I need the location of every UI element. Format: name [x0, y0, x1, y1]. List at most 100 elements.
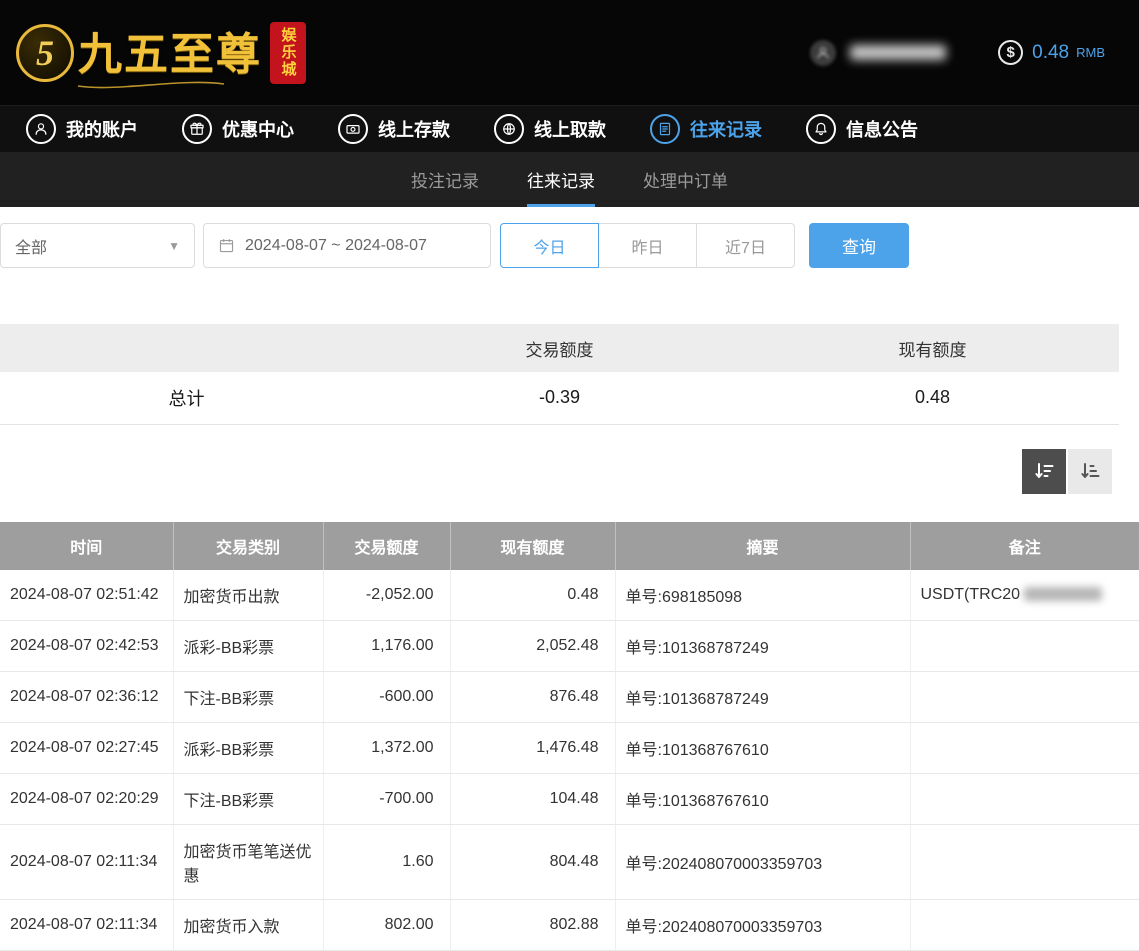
- deposit-icon: [338, 114, 368, 144]
- nav-label: 线上取款: [534, 116, 606, 142]
- summary-header-row: 交易额度 现有额度: [0, 324, 1119, 372]
- tab-betting-records[interactable]: 投注记录: [411, 152, 479, 207]
- nav-transaction-records[interactable]: 往来记录: [650, 114, 762, 144]
- cell-summary: 单号:202408070003359703: [615, 824, 910, 899]
- brand-badge: 娱乐城: [270, 22, 306, 84]
- cell-balance: 804.48: [450, 824, 615, 899]
- category-select[interactable]: 全部 ▼: [0, 223, 195, 268]
- nav-announcements[interactable]: 信息公告: [806, 114, 918, 144]
- quick-last7days-button[interactable]: 近7日: [696, 223, 795, 268]
- account-icon: [26, 114, 56, 144]
- records-table: 时间 交易类别 交易额度 现有额度 摘要 备注 2024-08-07 02:51…: [0, 522, 1139, 951]
- cell-remark: [910, 620, 1139, 671]
- cell-type: 下注-BB彩票: [173, 671, 323, 722]
- nav-my-account[interactable]: 我的账户: [26, 114, 138, 144]
- topbar: 5 九五至尊 娱乐城 $ 0.48 RMB: [0, 0, 1139, 105]
- nav-label: 信息公告: [846, 116, 918, 142]
- cell-summary: 单号:101368787249: [615, 671, 910, 722]
- records-header-row: 时间 交易类别 交易额度 现有额度 摘要 备注: [0, 522, 1139, 570]
- cell-amount: 1,176.00: [323, 620, 450, 671]
- nav-label: 往来记录: [690, 116, 762, 142]
- cell-type: 加密货币出款: [173, 570, 323, 621]
- logo-flourish: [76, 78, 226, 90]
- records-icon: [650, 114, 680, 144]
- sort-descending-icon: [1032, 459, 1056, 483]
- nav-label: 优惠中心: [222, 116, 294, 142]
- balance-amount: 0.48: [1032, 42, 1069, 64]
- tab-processing-orders[interactable]: 处理中订单: [643, 152, 728, 207]
- nav-label: 线上存款: [378, 116, 450, 142]
- cell-amount: 802.00: [323, 899, 450, 950]
- nav-online-withdrawal[interactable]: 线上取款: [494, 114, 606, 144]
- sort-descending-button[interactable]: [1022, 449, 1066, 494]
- table-row: 2024-08-07 02:36:12 下注-BB彩票 -600.00 876.…: [0, 671, 1139, 722]
- cell-type: 加密货币入款: [173, 899, 323, 950]
- cell-remark: [910, 899, 1139, 950]
- cell-balance: 0.48: [450, 570, 615, 621]
- cell-remark: USDT(TRC20: [910, 570, 1139, 621]
- balance-display[interactable]: $ 0.48 RMB: [998, 40, 1105, 65]
- table-row: 2024-08-07 02:42:53 派彩-BB彩票 1,176.00 2,0…: [0, 620, 1139, 671]
- nav-online-deposit[interactable]: 线上存款: [338, 114, 450, 144]
- cell-balance: 802.88: [450, 899, 615, 950]
- summary-col-balance: 现有额度: [746, 324, 1119, 372]
- balance-currency: RMB: [1076, 45, 1105, 60]
- cell-type: 派彩-BB彩票: [173, 722, 323, 773]
- summary-total-amount: -0.39: [373, 372, 746, 424]
- cell-time: 2024-08-07 02:20:29: [0, 773, 173, 824]
- quick-today-button[interactable]: 今日: [500, 223, 599, 268]
- cell-time: 2024-08-07 02:11:34: [0, 899, 173, 950]
- withdraw-icon: [494, 114, 524, 144]
- cell-time: 2024-08-07 02:27:45: [0, 722, 173, 773]
- summary-total-row: 总计 -0.39 0.48: [0, 372, 1119, 424]
- main-nav: 我的账户 优惠中心 线上存款 线上取款 往来记录 信息公告: [0, 105, 1139, 152]
- brand-emblem-icon: 5: [16, 24, 74, 82]
- bell-icon: [806, 114, 836, 144]
- table-row: 2024-08-07 02:27:45 派彩-BB彩票 1,372.00 1,4…: [0, 722, 1139, 773]
- sort-ascending-button[interactable]: [1068, 449, 1112, 494]
- tab-transaction-records[interactable]: 往来记录: [527, 152, 595, 207]
- cell-summary: 单号:101368787249: [615, 620, 910, 671]
- col-amount: 交易额度: [323, 522, 450, 570]
- cell-balance: 2,052.48: [450, 620, 615, 671]
- gift-icon: [182, 114, 212, 144]
- cell-balance: 876.48: [450, 671, 615, 722]
- summary-col-blank: [0, 324, 373, 372]
- nav-label: 我的账户: [66, 116, 138, 142]
- nav-promotions[interactable]: 优惠中心: [182, 114, 294, 144]
- col-balance: 现有额度: [450, 522, 615, 570]
- cell-time: 2024-08-07 02:51:42: [0, 570, 173, 621]
- col-time: 时间: [0, 522, 173, 570]
- cell-time: 2024-08-07 02:36:12: [0, 671, 173, 722]
- chevron-down-icon: ▼: [168, 239, 180, 253]
- brand-logo[interactable]: 5 九五至尊 娱乐城: [16, 18, 306, 88]
- cell-remark: [910, 722, 1139, 773]
- cell-summary: 单号:698185098: [615, 570, 910, 621]
- cell-amount: -700.00: [323, 773, 450, 824]
- summary-total-balance: 0.48: [746, 372, 1119, 424]
- masked-remark: [1024, 587, 1102, 601]
- col-type: 交易类别: [173, 522, 323, 570]
- summary-col-amount: 交易额度: [373, 324, 746, 372]
- remark-text: USDT(TRC20: [921, 586, 1021, 603]
- cell-type: 派彩-BB彩票: [173, 620, 323, 671]
- quick-yesterday-button[interactable]: 昨日: [598, 223, 697, 268]
- dollar-coin-icon: $: [998, 40, 1023, 65]
- cell-amount: -2,052.00: [323, 570, 450, 621]
- quick-range-group: 今日 昨日 近7日: [501, 223, 795, 268]
- date-range-value: 2024-08-07 ~ 2024-08-07: [245, 237, 427, 255]
- category-select-value: 全部: [15, 234, 47, 258]
- cell-balance: 1,476.48: [450, 722, 615, 773]
- table-row: 2024-08-07 02:11:34 加密货币笔笔送优惠 1.60 804.4…: [0, 824, 1139, 899]
- cell-time: 2024-08-07 02:42:53: [0, 620, 173, 671]
- search-button[interactable]: 查询: [809, 223, 909, 268]
- cell-summary: 单号:101368767610: [615, 722, 910, 773]
- sort-toolbar: [0, 449, 1112, 494]
- date-range-input[interactable]: 2024-08-07 ~ 2024-08-07: [203, 223, 491, 268]
- user-avatar-icon[interactable]: [810, 40, 836, 66]
- summary-table: 交易额度 现有额度 总计 -0.39 0.48: [0, 324, 1119, 425]
- cell-type: 下注-BB彩票: [173, 773, 323, 824]
- col-remark: 备注: [910, 522, 1139, 570]
- table-row: 2024-08-07 02:11:34 加密货币入款 802.00 802.88…: [0, 899, 1139, 950]
- calendar-icon: [218, 237, 235, 254]
